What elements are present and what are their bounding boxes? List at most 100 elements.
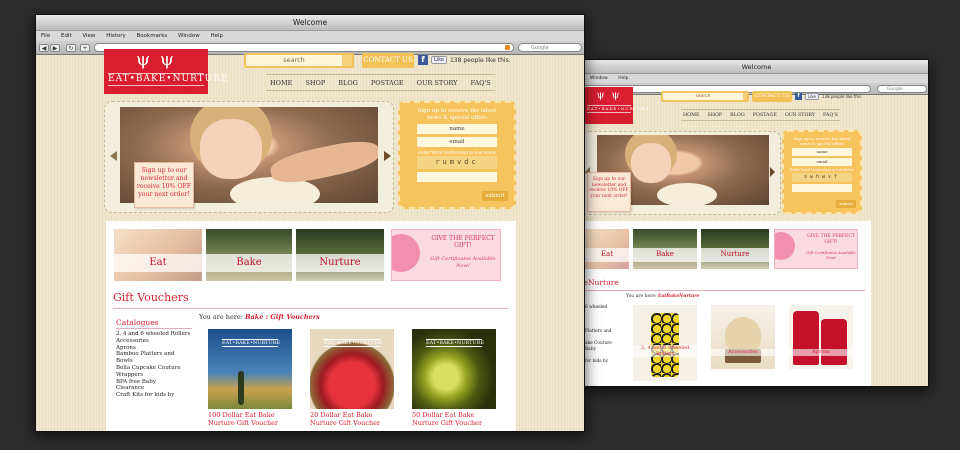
contact-us-button[interactable]: CONTACT US (752, 91, 792, 102)
product-image-accessories[interactable] (711, 305, 775, 369)
catalogue-item[interactable]: Craft Kits for kids by (116, 392, 192, 399)
back-arrow-icon[interactable]: ◀ (39, 44, 49, 52)
catalogue-item[interactable]: Clearance (116, 385, 192, 392)
slider-next-arrow[interactable] (770, 167, 775, 177)
signup-panel: Sign up to receive the latest news & spe… (398, 101, 516, 209)
nav-postage[interactable]: POSTAGE (753, 110, 777, 120)
contact-us-button[interactable]: CONTACT US (362, 53, 414, 68)
menu-edit[interactable]: Edit (61, 33, 72, 39)
fork-whisk-icon: ψ ψ (136, 49, 176, 70)
catalogue-item[interactable]: 2, 4 and 6 wheeled Rollers (116, 331, 192, 338)
catalogue-item[interactable]: BPA free Baby (116, 379, 192, 386)
nav-blog[interactable]: BLOG (730, 110, 744, 120)
add-bookmark-icon[interactable]: + (80, 44, 90, 52)
category-tile-bake[interactable]: Bake (206, 229, 292, 281)
catalogue-list: Catalogues 2, 4 and 6 wheeled Rollers Ac… (116, 317, 192, 399)
google-search-field[interactable]: Google (877, 85, 927, 93)
slider-next-arrow[interactable] (384, 151, 391, 161)
product-image-50-voucher[interactable]: EAT•BAKE•NURTURE (412, 329, 496, 409)
nav-faqs[interactable]: FAQ'S (471, 75, 491, 90)
gift-subtitle: Gift Certificates Available Now! (806, 250, 856, 260)
nav-home[interactable]: HOME (683, 110, 700, 120)
name-input[interactable]: name (417, 124, 497, 134)
catalogue-item[interactable]: Platters and (585, 329, 625, 335)
catalogue-item[interactable]: for kids by (585, 359, 625, 365)
catalogue-item[interactable]: Bamboo Platters and Bowls (116, 351, 192, 365)
site-logo[interactable]: ψ ψ EAT•BAKE•NURTURE (585, 87, 650, 124)
gift-title: GIVE THE PERFECT GIFT! (431, 235, 495, 249)
facebook-icon[interactable]: f (795, 93, 802, 100)
menu-view[interactable]: View (82, 33, 95, 39)
rss-icon[interactable] (505, 45, 510, 50)
menu-window[interactable]: Window (590, 76, 608, 81)
signup-submit-button[interactable]: submit (836, 200, 856, 208)
product-image-100-voucher[interactable]: EAT•BAKE•NURTURE (208, 329, 292, 409)
title-bar: Welcome (36, 15, 584, 31)
nav-blog[interactable]: BLOG (338, 75, 358, 90)
search-box[interactable]: search (661, 91, 749, 102)
logo-wordmark: EAT•BAKE•NURTURE (108, 73, 229, 86)
category-tile-eat[interactable]: Eat (585, 229, 629, 269)
nav-faqs[interactable]: FAQ'S (823, 110, 838, 120)
product-name-accessories[interactable]: Accessories (711, 349, 775, 356)
product-image-aprons[interactable] (789, 305, 853, 369)
product-image-rollers[interactable] (633, 305, 697, 381)
breadcrumb-label: You are here: (626, 294, 657, 299)
menu-history[interactable]: History (106, 33, 126, 39)
nav-shop[interactable]: SHOP (708, 110, 723, 120)
catalogue-list: 6 wheeled Platters and ake Couture Baby … (585, 305, 625, 365)
search-input[interactable]: search (663, 93, 743, 100)
nav-postage[interactable]: POSTAGE (371, 75, 404, 90)
catalogue-item[interactable]: Accessories (116, 338, 192, 345)
menu-bookmarks[interactable]: Bookmarks (137, 33, 168, 39)
search-box[interactable]: search (244, 53, 354, 68)
like-button[interactable]: Like (431, 56, 447, 64)
catalogue-item[interactable]: Aprons (116, 345, 192, 352)
signup-panel: Sign up to receive the latest news & spe… (782, 130, 862, 214)
nav-our-story[interactable]: OUR STORY (417, 75, 458, 90)
category-tile-nurture[interactable]: Nurture (296, 229, 384, 281)
menu-file[interactable]: File (41, 33, 50, 39)
site-logo[interactable]: ψ ψ EAT•BAKE•NURTURE (104, 49, 229, 94)
breadcrumb-link[interactable]: Bake : Gift Vouchers (245, 313, 320, 321)
nav-home[interactable]: HOME (270, 75, 292, 90)
captcha-input[interactable] (417, 172, 497, 182)
product-name-rollers[interactable]: 2, 4 and 6 wheeled Rollers (633, 345, 697, 357)
signup-submit-button[interactable]: submit (482, 191, 508, 201)
nav-our-story[interactable]: OUR STORY (785, 110, 815, 120)
search-input[interactable]: search (246, 55, 342, 66)
category-tile-eat[interactable]: Eat (114, 229, 202, 281)
reload-icon[interactable]: ↻ (66, 44, 76, 52)
nav-shop[interactable]: SHOP (305, 75, 325, 90)
slider-prev-arrow[interactable] (110, 151, 117, 161)
like-button[interactable]: Like (805, 93, 819, 100)
captcha-input[interactable] (792, 184, 852, 192)
menu-help[interactable]: Help (210, 33, 223, 39)
facebook-icon[interactable]: f (418, 55, 428, 65)
email-input[interactable]: email (417, 137, 497, 147)
category-tile-bake[interactable]: Bake (633, 229, 697, 269)
menu-help[interactable]: Help (618, 76, 628, 81)
signup-heading: Sign up to receive the latest news & spe… (793, 136, 851, 146)
title-bar: Welcome (585, 60, 928, 74)
product-name-50-voucher[interactable]: 50 Dollar Eat Bake Nurture Gift Voucher (412, 411, 496, 427)
voucher-logo: EAT•BAKE•NURTURE (324, 339, 383, 347)
logo-wordmark: EAT•BAKE•NURTURE (587, 105, 650, 113)
breadcrumb-link[interactable]: EatBakeNurture (658, 294, 699, 299)
gift-certificate-banner[interactable]: GIVE THE PERFECT GIFT! Gift Certificates… (774, 229, 858, 269)
gift-subtitle: Gift Certificates Available Now! (430, 256, 496, 269)
category-tile-nurture[interactable]: Nurture (701, 229, 769, 269)
tile-label-bake: Bake (633, 248, 697, 262)
forward-arrow-icon[interactable]: ▶ (50, 44, 60, 52)
name-input[interactable]: name (792, 148, 852, 156)
menu-window[interactable]: Window (178, 33, 200, 39)
product-image-20-voucher[interactable]: EAT•BAKE•NURTURE (310, 329, 394, 409)
gift-certificate-banner[interactable]: GIVE THE PERFECT GIFT! Gift Certificates… (391, 229, 501, 281)
google-search-field[interactable]: Google (518, 43, 582, 52)
catalogue-item[interactable]: Bella Cupcake Couture Wrappers (116, 365, 192, 379)
catalogue-item[interactable]: Baby (585, 347, 625, 353)
product-name-100-voucher[interactable]: 100 Dollar Eat Bake Nurture Gift Voucher (208, 411, 292, 427)
email-input[interactable]: email (792, 158, 852, 166)
product-name-aprons[interactable]: Aprons (789, 349, 853, 356)
product-name-20-voucher[interactable]: 20 Dollar Eat Bake Nurture Gift Voucher (310, 411, 394, 427)
